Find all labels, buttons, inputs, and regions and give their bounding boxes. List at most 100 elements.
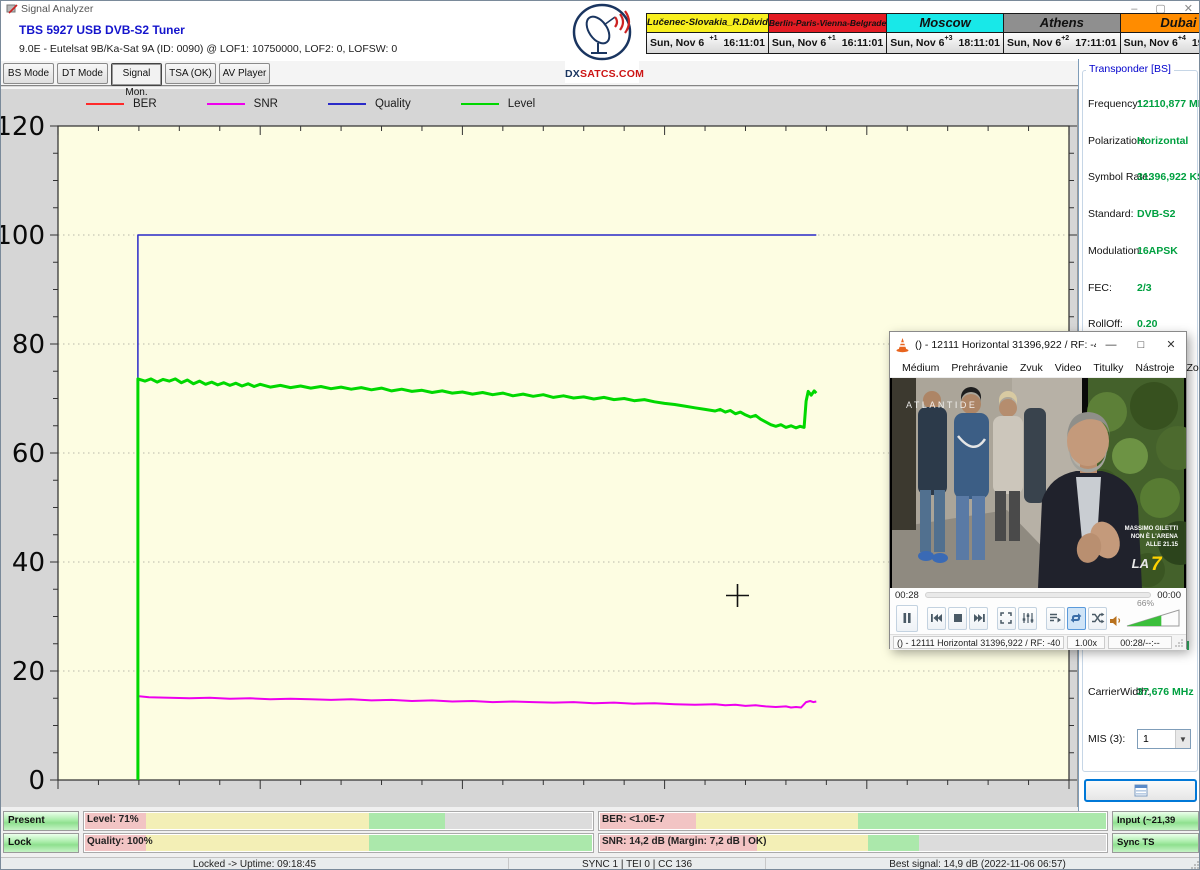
vlc-menu-zobrazi[interactable]: Zobraziť <box>1180 362 1200 374</box>
vlc-title-bar[interactable]: () - 12111 Horizontal 31396,922 / RF: -4… <box>890 332 1186 358</box>
svg-text:120: 120 <box>1 112 45 142</box>
vlc-menu-titulky[interactable]: Titulky <box>1087 362 1129 374</box>
carrierwidth-row: CarrierWidth: 37,676 MHz <box>1079 686 1200 700</box>
clock-time: Sun, Nov 6+217:11:01 <box>1004 33 1120 53</box>
bar-segment <box>146 813 369 829</box>
legend-item-level: Level <box>461 98 536 110</box>
playback-speed-field[interactable]: 1.00x <box>1067 636 1105 649</box>
mis-row: MIS (3): 1 ▼ <box>1079 733 1200 747</box>
logo-text: DXSATCS.COM <box>565 68 639 80</box>
extended-settings-icon[interactable] <box>1018 607 1037 630</box>
vlc-video-area[interactable]: ATLANTIDE MASSIMO GILETTI NON È L'ARENA … <box>890 378 1186 588</box>
bar-segment <box>696 813 858 829</box>
progress-bar-level: Level: 71% <box>83 811 594 831</box>
field-value: Horizontal <box>1137 135 1188 147</box>
world-clocks: Lučenec-Slovakia_R.Dávid Sun, Nov 6+116:… <box>646 13 1199 54</box>
field-value: 0.20 <box>1137 318 1157 330</box>
field-value: 31396,922 KS/s <box>1137 171 1200 183</box>
indicator-lock: Lock <box>3 833 79 853</box>
loop-icon[interactable] <box>1067 607 1086 630</box>
field-label: Standard: <box>1088 208 1134 220</box>
mode-tabs: BS ModeDT ModeSignal Mon.TSA (OK)AV Play… <box>1 62 1078 87</box>
legend-item-quality: Quality <box>328 98 411 110</box>
best-signal-status: Best signal: 14,9 dB (2022-11-06 06:57) <box>766 858 1189 870</box>
pause-icon[interactable] <box>896 605 918 632</box>
chart-legend: BERSNRQualityLevel <box>86 95 535 113</box>
legend-line <box>461 103 499 105</box>
legend-line <box>328 103 366 105</box>
playlist-icon[interactable] <box>1046 607 1065 630</box>
random-icon[interactable] <box>1088 607 1107 630</box>
tab-tsa-ok-[interactable]: TSA (OK) <box>165 63 216 84</box>
bar-segment <box>146 835 369 851</box>
bar-segment <box>868 835 919 851</box>
promo-line-3: ALLE 21.15 <box>1146 542 1179 548</box>
vlc-menu-bar: MédiumPrehrávanieZvukVideoTitulkyNástroj… <box>890 358 1186 378</box>
window-resize-grip[interactable] <box>1189 858 1200 870</box>
resize-grip-icon[interactable] <box>1175 639 1183 647</box>
bar-segment <box>445 813 592 829</box>
clock-city: Dubai <box>1121 14 1200 33</box>
bar-segment <box>919 835 1106 851</box>
svg-text:LA: LA <box>1132 556 1149 571</box>
lnb-settings: 9.0E - Eutelsat 9B/Ka-Sat 9A (ID: 0090) … <box>19 43 397 55</box>
vlc-video-content: ATLANTIDE MASSIMO GILETTI NON È L'ARENA … <box>890 378 1186 588</box>
field-value: 12110,877 MHz <box>1137 98 1200 110</box>
fullscreen-icon[interactable] <box>997 607 1016 630</box>
transponder-field-fec: FEC: 2/3 <box>1079 282 1200 296</box>
tab-av-player[interactable]: AV Player <box>219 63 270 84</box>
clock-time: Sun, Nov 6+116:11:01 <box>647 33 768 53</box>
vlc-menu-mdium[interactable]: Médium <box>896 362 945 374</box>
field-value: 16APSK <box>1137 245 1178 257</box>
vlc-menu-video[interactable]: Video <box>1049 362 1088 374</box>
vlc-maximize-icon[interactable]: □ <box>1126 332 1156 358</box>
time-field[interactable]: 00:28/--:-- <box>1108 636 1172 649</box>
legend-label: Level <box>508 98 536 110</box>
vlc-menu-nstroje[interactable]: Nástroje <box>1129 362 1180 374</box>
bar-segment <box>369 835 592 851</box>
clock-lu-enec-slovakia-r-d-vid: Lučenec-Slovakia_R.Dávid Sun, Nov 6+116:… <box>647 14 769 53</box>
remaining-time: 00:00 <box>1157 590 1181 601</box>
field-value: 2/3 <box>1137 282 1152 294</box>
speaker-icon[interactable] <box>1109 614 1122 627</box>
svg-text:0: 0 <box>28 766 45 796</box>
vlc-status-bar: () - 12111 Horizontal 31396,922 / RF: -4… <box>890 634 1186 650</box>
legend-line <box>86 103 124 105</box>
vlc-menu-prehrvanie[interactable]: Prehrávanie <box>945 362 1014 374</box>
vlc-close-icon[interactable]: ✕ <box>1156 332 1186 358</box>
window-title: Signal Analyzer <box>21 3 93 15</box>
vlc-menu-zvuk[interactable]: Zvuk <box>1014 362 1049 374</box>
legend-label: SNR <box>254 98 278 110</box>
clock-time: Sun, Nov 6+116:11:01 <box>769 33 886 53</box>
clock-city: Moscow <box>887 14 1003 33</box>
volume-percent: 66% <box>1137 598 1154 608</box>
bottom-status-bar: Locked -> Uptime: 09:18:45 SYNC 1 | TEI … <box>1 857 1200 870</box>
tab-bs-mode[interactable]: BS Mode <box>3 63 54 84</box>
dxsatcs-logo: DXSATCS.COM <box>565 3 639 83</box>
seek-slider[interactable] <box>925 592 1151 598</box>
progress-bar-snr: SNR: 14,2 dB (Margin: 7,2 dB | OK) <box>598 833 1108 853</box>
legend-item-snr: SNR <box>207 98 278 110</box>
field-value: DVB-S2 <box>1137 208 1176 220</box>
tab-signal-mon-[interactable]: Signal Mon. <box>111 63 162 86</box>
indicator-sync-ts: Sync TS <box>1112 833 1199 853</box>
indicator-present: Present <box>3 811 79 831</box>
clock-time: Sun, Nov 6+318:11:01 <box>887 33 1003 53</box>
signal-analyzer-window: Signal Analyzer – ▢ ✕ TBS 5927 USB DVB-S… <box>0 0 1200 870</box>
field-label: FEC: <box>1088 282 1112 294</box>
svg-text:20: 20 <box>12 657 45 687</box>
panel-list-button[interactable] <box>1084 779 1197 802</box>
next-icon[interactable] <box>969 607 988 630</box>
previous-icon[interactable] <box>927 607 946 630</box>
tab-dt-mode[interactable]: DT Mode <box>57 63 108 84</box>
satellite-dish-icon <box>571 3 633 63</box>
progress-bar-quality: Quality: 100% <box>83 833 594 853</box>
stop-icon[interactable] <box>948 607 967 630</box>
legend-line <box>207 103 245 105</box>
channel-watermark: ATLANTIDE <box>906 400 977 410</box>
volume-slider[interactable] <box>1126 609 1180 627</box>
transponder-field-polarization: Polarization: Horizontal <box>1079 135 1200 149</box>
vlc-minimize-icon[interactable]: — <box>1096 332 1126 358</box>
transponder-field-modulation: Modulation: 16APSK <box>1079 245 1200 259</box>
mis-dropdown[interactable]: 1 ▼ <box>1137 729 1191 749</box>
